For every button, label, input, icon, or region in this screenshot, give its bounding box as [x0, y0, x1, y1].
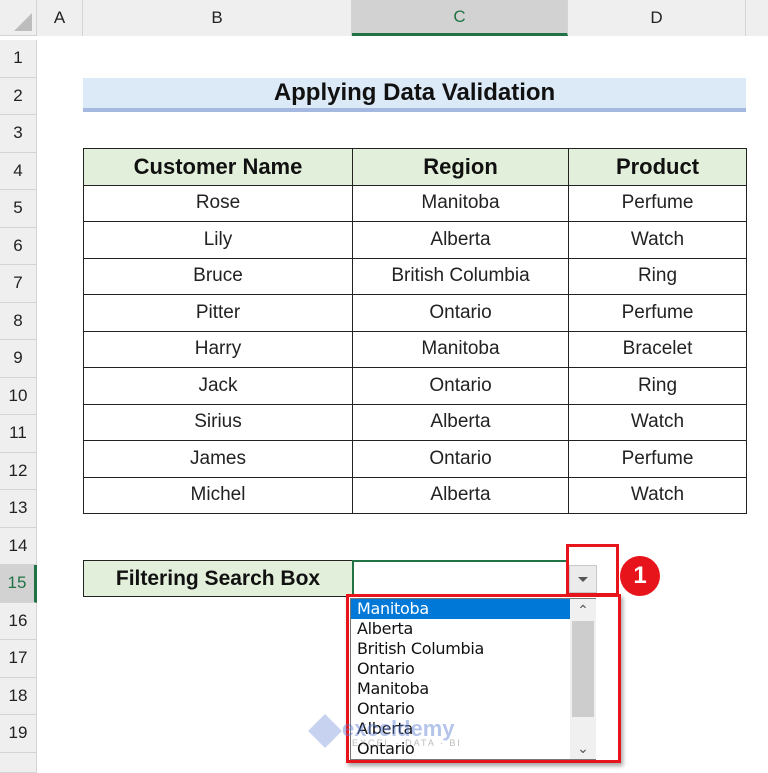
row-header-2[interactable]: 2: [0, 77, 37, 115]
region-cell[interactable]: Alberta: [352, 221, 569, 259]
table-row: Lily Alberta Watch: [83, 221, 747, 259]
table-row: Jack Ontario Ring: [83, 367, 747, 405]
watermark-tagline: EXCEL · DATA · BI: [352, 738, 462, 748]
row-header-7[interactable]: 7: [0, 265, 37, 303]
row-header-3[interactable]: 3: [0, 115, 37, 153]
table-row: Rose Manitoba Perfume: [83, 184, 747, 222]
table-row: Harry Manitoba Bracelet: [83, 330, 747, 368]
filter-search-cell[interactable]: [352, 560, 569, 597]
region-cell[interactable]: Ontario: [352, 440, 569, 478]
customer-name-cell[interactable]: Michel: [83, 476, 353, 514]
row-header-11[interactable]: 11: [0, 415, 37, 453]
customer-name-cell[interactable]: Rose: [83, 184, 353, 222]
watermark: exceldemy EXCEL · DATA · BI: [312, 716, 462, 748]
table-row: Sirius Alberta Watch: [83, 403, 747, 441]
row-header-1[interactable]: 1: [0, 40, 37, 78]
header-product[interactable]: Product: [568, 148, 747, 186]
row-header-14[interactable]: 14: [0, 527, 37, 565]
header-customer-name[interactable]: Customer Name: [83, 148, 353, 186]
customer-name-cell[interactable]: Sirius: [83, 403, 353, 441]
row-header-13[interactable]: 13: [0, 490, 37, 528]
customer-name-cell[interactable]: Harry: [83, 330, 353, 368]
row-header-6[interactable]: 6: [0, 227, 37, 265]
column-header-e[interactable]: [746, 0, 768, 36]
product-cell[interactable]: Ring: [568, 257, 747, 295]
region-cell[interactable]: Ontario: [352, 294, 569, 332]
product-cell[interactable]: Watch: [568, 403, 747, 441]
table-row: Bruce British Columbia Ring: [83, 257, 747, 295]
column-header-d[interactable]: D: [568, 0, 746, 36]
region-cell[interactable]: Alberta: [352, 403, 569, 441]
header-region[interactable]: Region: [352, 148, 569, 186]
row-header-10[interactable]: 10: [0, 377, 37, 415]
product-cell[interactable]: Perfume: [568, 440, 747, 478]
row-header-8[interactable]: 8: [0, 302, 37, 340]
filter-label: Filtering Search Box: [83, 560, 353, 597]
step-badge: 1: [620, 556, 660, 596]
product-cell[interactable]: Watch: [568, 476, 747, 514]
customer-name-cell[interactable]: Pitter: [83, 294, 353, 332]
customer-name-cell[interactable]: Jack: [83, 367, 353, 405]
customer-name-cell[interactable]: James: [83, 440, 353, 478]
row-header-20[interactable]: [0, 752, 37, 773]
row-header-4[interactable]: 4: [0, 152, 37, 190]
dropdown-button-highlight: [566, 544, 619, 596]
table-row: Pitter Ontario Perfume: [83, 294, 747, 332]
region-cell[interactable]: British Columbia: [352, 257, 569, 295]
product-cell[interactable]: Bracelet: [568, 330, 747, 368]
product-cell[interactable]: Perfume: [568, 294, 747, 332]
row-header-16[interactable]: 16: [0, 602, 37, 640]
product-cell[interactable]: Perfume: [568, 184, 747, 222]
row-header-12[interactable]: 12: [0, 452, 37, 490]
table-row: James Ontario Perfume: [83, 440, 747, 478]
region-cell[interactable]: Alberta: [352, 476, 569, 514]
row-header-5[interactable]: 5: [0, 190, 37, 228]
region-cell[interactable]: Ontario: [352, 367, 569, 405]
select-all-button[interactable]: [0, 0, 37, 36]
sheet-title: Applying Data Validation: [83, 78, 746, 112]
column-header-a[interactable]: A: [37, 0, 83, 36]
row-header-9[interactable]: 9: [0, 340, 37, 378]
region-cell[interactable]: Manitoba: [352, 184, 569, 222]
customer-name-cell[interactable]: Bruce: [83, 257, 353, 295]
column-header-c[interactable]: C: [352, 0, 568, 36]
product-cell[interactable]: Watch: [568, 221, 747, 259]
row-header-18[interactable]: 18: [0, 677, 37, 715]
product-cell[interactable]: Ring: [568, 367, 747, 405]
region-cell[interactable]: Manitoba: [352, 330, 569, 368]
column-header-b[interactable]: B: [83, 0, 352, 36]
table-row: Michel Alberta Watch: [83, 476, 747, 514]
customer-table: Customer Name Region Product Rose Manitob…: [83, 148, 747, 514]
row-header-17[interactable]: 17: [0, 640, 37, 678]
select-all-triangle-icon: [14, 13, 32, 31]
row-header-15[interactable]: 15: [0, 565, 37, 603]
table-header-row: Customer Name Region Product: [83, 148, 747, 186]
row-header-19[interactable]: 19: [0, 715, 37, 753]
customer-name-cell[interactable]: Lily: [83, 221, 353, 259]
